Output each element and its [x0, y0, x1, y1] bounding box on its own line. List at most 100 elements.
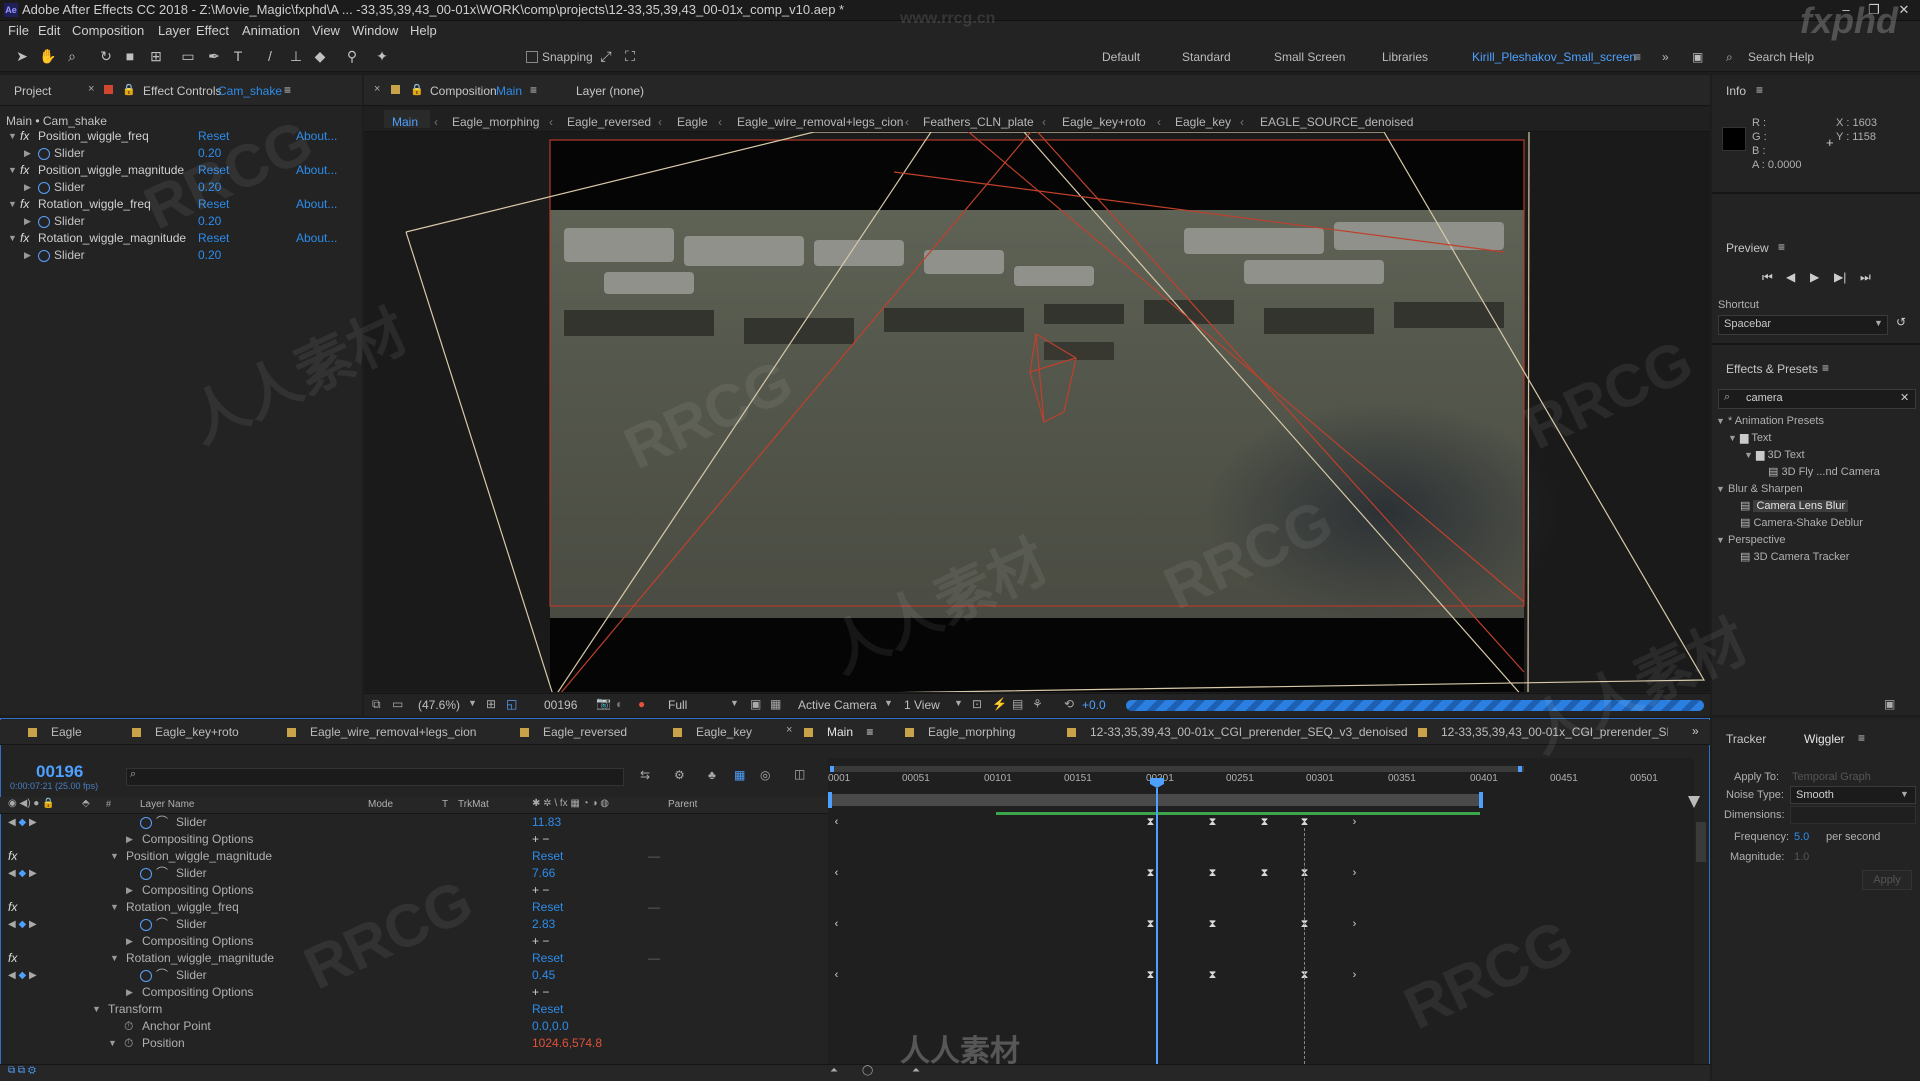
- fx-icon[interactable]: fx: [8, 950, 17, 967]
- dimensions-dropdown[interactable]: [1790, 806, 1916, 824]
- graph-icon[interactable]: ⌒: [156, 916, 168, 933]
- keyframe-icon[interactable]: ⧗: [1146, 919, 1155, 930]
- menu-composition[interactable]: Composition: [72, 21, 144, 41]
- tree-item-camera-shake-deblur[interactable]: ▤ Camera-Shake Deblur: [1740, 515, 1863, 532]
- expand-icon[interactable]: ▼: [1728, 433, 1737, 443]
- keyframe-nav-icon[interactable]: ◀ ◆ ▶: [8, 967, 37, 984]
- active-camera-dropdown[interactable]: Active Camera: [798, 698, 877, 712]
- rotate-tool-icon[interactable]: ↻: [96, 46, 116, 66]
- expand-icon[interactable]: ▶: [126, 882, 133, 899]
- menu-edit[interactable]: Edit: [38, 21, 60, 41]
- tab-eagle-morphing[interactable]: Eagle_morphing: [905, 725, 1015, 739]
- expand-icon[interactable]: ▼: [108, 1035, 117, 1052]
- expand-icon[interactable]: ▼: [110, 899, 119, 916]
- tree-item-3d-camera-tracker[interactable]: ▤ 3D Camera Tracker: [1740, 549, 1849, 566]
- toggle-panes-icon[interactable]: ⧉ ⧉ ⚙: [8, 1065, 36, 1076]
- tab-main[interactable]: Main ≡: [804, 725, 873, 739]
- tab-wiggler[interactable]: Wiggler: [1804, 732, 1845, 746]
- tab-eagle-reversed[interactable]: Eagle_reversed: [520, 725, 627, 739]
- type-tool-icon[interactable]: T: [228, 46, 248, 66]
- always-preview-icon[interactable]: ⧉: [372, 697, 381, 712]
- graph-icon[interactable]: ⌒: [156, 814, 168, 831]
- tab-cgi-prerender-denoised[interactable]: 12-33,35,39,43_00-01x_CGI_prerender_SEQ_…: [1067, 725, 1408, 739]
- expand-icon[interactable]: ▼: [1716, 416, 1725, 426]
- zoom-slider-icon[interactable]: ◯: [862, 1065, 873, 1076]
- tree-item-perspective[interactable]: ▼ Perspective: [1716, 532, 1785, 549]
- resolution-dropdown[interactable]: Full: [668, 698, 687, 712]
- menu-view[interactable]: View: [312, 21, 340, 41]
- breadcrumb-eagle-morphing[interactable]: Eagle_morphing: [452, 115, 539, 129]
- menu-file[interactable]: File: [8, 21, 29, 41]
- row-value[interactable]: 11.83: [532, 814, 561, 831]
- reset-exposure-icon[interactable]: ⟲: [1064, 697, 1074, 711]
- keyframe-icon[interactable]: ⧗: [1260, 868, 1269, 879]
- about-button[interactable]: About...: [296, 230, 337, 247]
- timeline-scrollbar[interactable]: [1696, 822, 1706, 862]
- comp-lock-icon[interactable]: 🔒: [410, 83, 424, 96]
- magnitude-value[interactable]: 1.0: [1794, 851, 1809, 863]
- table-row[interactable]: ⏱ Anchor Point 0.0,0.0: [0, 1018, 828, 1035]
- table-row[interactable]: ◀ ◆ ▶ ⌒ Slider 0.45: [0, 967, 828, 984]
- workspace-standard[interactable]: Standard: [1182, 50, 1231, 64]
- about-button[interactable]: About...: [296, 196, 337, 213]
- eraser-tool-icon[interactable]: ◆: [310, 46, 330, 66]
- expand-icon[interactable]: ▶: [126, 831, 133, 848]
- flowchart-icon[interactable]: ⚘: [1032, 697, 1043, 711]
- row-value[interactable]: + −: [532, 984, 549, 1001]
- timeline-timecode[interactable]: 00196: [36, 762, 83, 782]
- row-value[interactable]: + −: [532, 882, 549, 899]
- zoom-dropdown[interactable]: (47.6%): [418, 698, 460, 712]
- stopwatch-icon[interactable]: ⏱: [124, 1018, 133, 1035]
- stopwatch-icon[interactable]: [140, 970, 152, 982]
- table-row[interactable]: ▶ Compositing Options + −: [0, 933, 828, 950]
- expand-icon[interactable]: ▼: [110, 848, 119, 865]
- effect-row[interactable]: ▼ fx Rotation_wiggle_magnitude Reset Abo…: [0, 230, 360, 247]
- info-menu-icon[interactable]: ≡: [1756, 83, 1763, 97]
- work-area-start-handle[interactable]: [828, 792, 832, 808]
- snap-features-icon[interactable]: ⛶: [620, 46, 640, 66]
- row-value[interactable]: Reset: [532, 899, 563, 916]
- grid-icon[interactable]: ⊞: [486, 697, 496, 711]
- zoom-tool-icon[interactable]: ⌕: [62, 46, 82, 66]
- close-project-tab-icon[interactable]: ×: [88, 83, 94, 95]
- row-value[interactable]: 1024.6,574.8: [532, 1035, 602, 1052]
- sync-settings-icon[interactable]: ▣: [1692, 50, 1703, 64]
- table-row[interactable]: ◀ ◆ ▶ ⌒ Slider 2.83: [0, 916, 828, 933]
- row-value[interactable]: + −: [532, 933, 549, 950]
- col-mode[interactable]: Mode: [368, 799, 393, 810]
- tab-cgi-prerender[interactable]: 12-33,35,39,43_00-01x_CGI_prerender_SEQ_…: [1418, 725, 1668, 739]
- timeline-menu-icon[interactable]: ≡: [866, 725, 873, 739]
- keyframe-nav-icon[interactable]: ›: [1350, 868, 1359, 879]
- expand-icon[interactable]: ▶: [24, 179, 31, 196]
- col-layer-name[interactable]: Layer Name: [140, 799, 194, 810]
- breadcrumb-feathers-cln-plate[interactable]: Feathers_CLN_plate: [923, 115, 1034, 129]
- draft-3d-icon[interactable]: ⚙: [674, 768, 685, 782]
- slider-row[interactable]: ▶ Slider 0.20: [0, 179, 360, 196]
- table-row[interactable]: ▼ ⏱ Position 1024.6,574.8: [0, 1035, 828, 1052]
- comp-menu-icon[interactable]: ≡: [530, 83, 537, 97]
- exposure-value[interactable]: +0.0: [1082, 698, 1106, 712]
- show-snapshot-icon[interactable]: ◐: [616, 697, 623, 711]
- close-icon[interactable]: ✕: [1890, 0, 1918, 20]
- slider-row[interactable]: ▶ Slider 0.20: [0, 247, 360, 264]
- stopwatch-icon[interactable]: [140, 817, 152, 829]
- fx-icon[interactable]: fx: [20, 196, 29, 213]
- keyframe-icon[interactable]: ⧗: [1208, 817, 1217, 828]
- frame-blending-icon[interactable]: ▦: [734, 768, 745, 782]
- keyframe-nav-icon[interactable]: ›: [1350, 970, 1359, 981]
- breadcrumb-main[interactable]: Main: [392, 115, 418, 129]
- keyframe-nav-icon[interactable]: ›: [1350, 817, 1359, 828]
- stopwatch-icon[interactable]: ⏱: [124, 1035, 133, 1052]
- reset-button[interactable]: Reset: [198, 128, 229, 145]
- keyframe-nav-icon[interactable]: ‹: [832, 868, 841, 879]
- clone-stamp-tool-icon[interactable]: ⊥: [286, 46, 306, 66]
- brush-tool-icon[interactable]: /: [260, 46, 280, 66]
- col-trkmat[interactable]: TrkMat: [458, 799, 489, 810]
- table-row[interactable]: ◀ ◆ ▶ ⌒ Slider 7.66: [0, 865, 828, 882]
- expand-icon[interactable]: ▶: [24, 247, 31, 264]
- lock-icon[interactable]: 🔒: [122, 83, 136, 96]
- mask-visibility-icon[interactable]: ◱: [506, 697, 517, 711]
- tree-item-animation-presets[interactable]: ▼ * Animation Presets: [1716, 413, 1824, 430]
- workspace-default[interactable]: Default: [1102, 50, 1140, 64]
- navigator-handles[interactable]: [830, 766, 1522, 772]
